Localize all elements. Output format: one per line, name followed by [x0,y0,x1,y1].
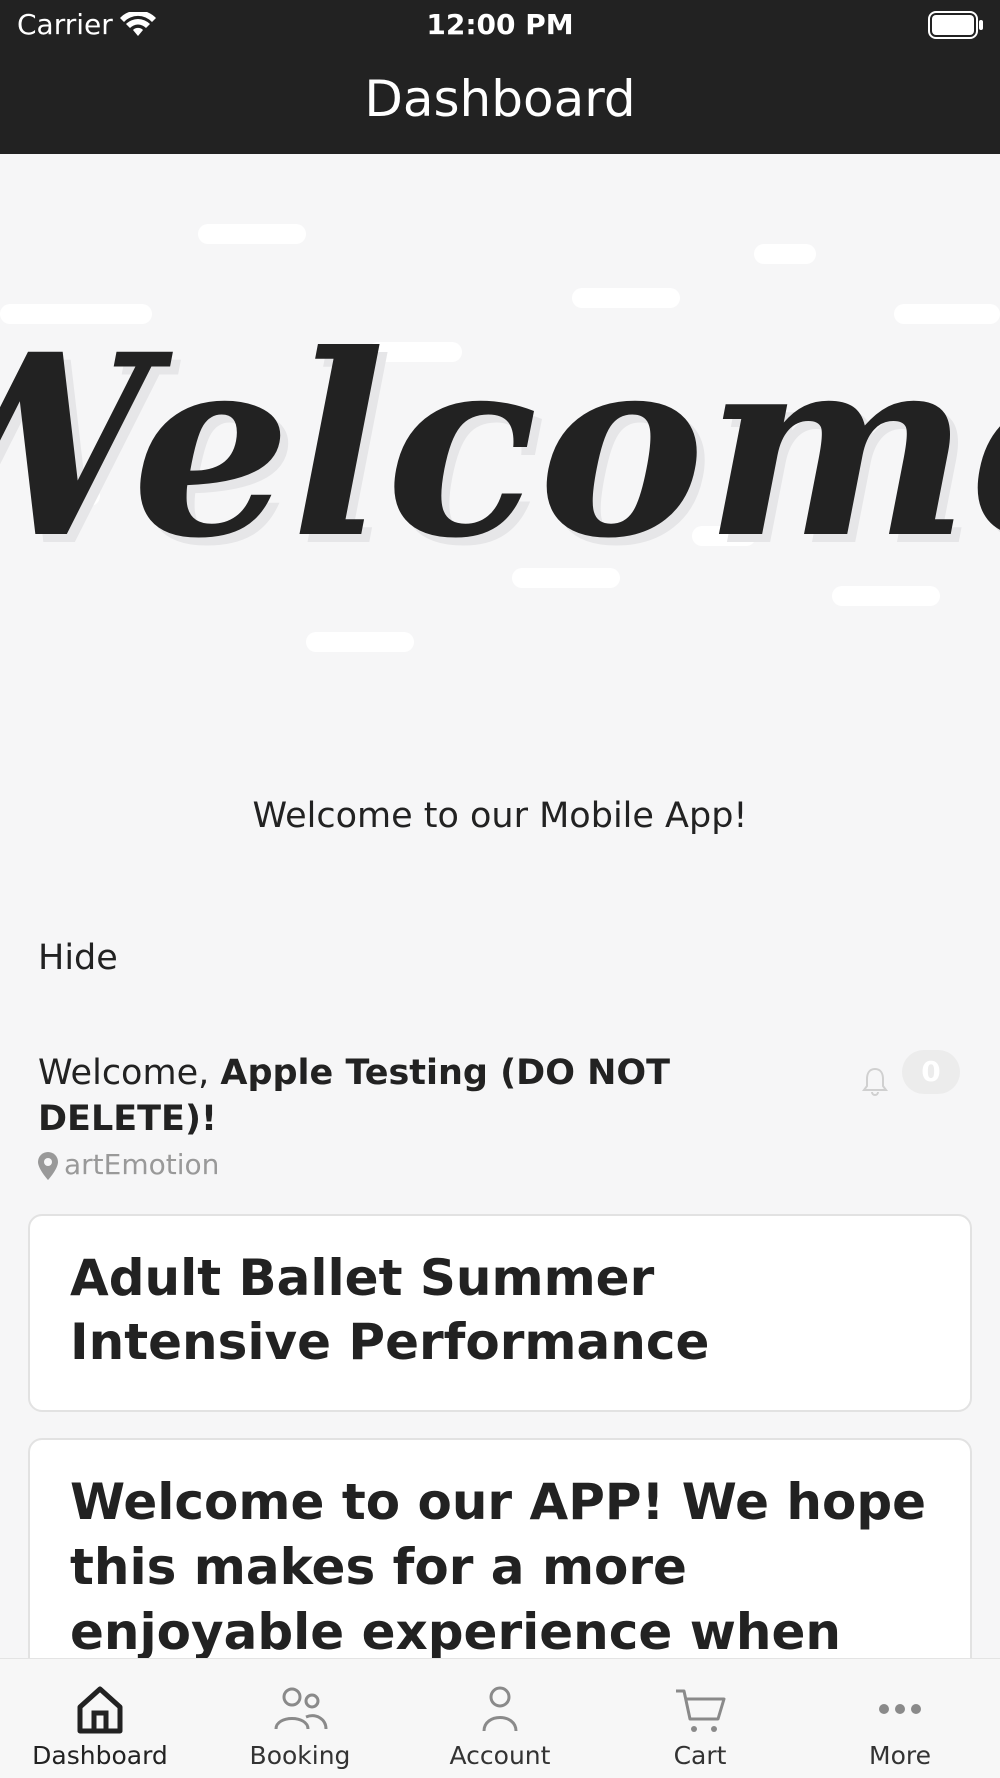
battery-icon [928,11,983,39]
bell-icon[interactable] [862,1066,888,1096]
welcome-subtitle: Welcome to our Mobile App! [252,796,748,836]
people-icon [274,1687,328,1730]
notification-badge[interactable]: 0 [902,1050,960,1094]
tab-cart[interactable]: Cart [600,1659,800,1778]
person-icon [482,1686,518,1732]
status-time: 12:00 PM [426,8,574,41]
user-greeting: Welcome, Apple Testing (DO NOT DELETE)! [38,1050,678,1142]
tab-label: Booking [249,1741,351,1770]
home-icon [77,1686,123,1734]
svg-text:Welcome: Welcome [0,299,1000,593]
tab-bar: Dashboard Booking Account Cart More [0,1658,1000,1778]
tab-label: More [869,1741,931,1770]
tab-label: Cart [673,1741,727,1770]
nav-bar: Dashboard [0,50,1000,154]
status-bar: Carrier 12:00 PM [0,0,1000,50]
tab-more[interactable]: More [800,1659,1000,1778]
location-name: artEmotion [64,1148,220,1181]
cart-icon [676,1689,726,1732]
tab-label: Account [449,1741,551,1770]
tab-account[interactable]: Account [400,1659,600,1778]
location-pin-icon [38,1152,58,1180]
hide-button[interactable]: Hide [38,938,118,978]
announcement-card[interactable]: Welcome to our APP! We hope this makes f… [28,1438,972,1658]
dashboard-content[interactable]: Welcome Welcome Welcome to our Mobile Ap… [0,154,1000,1658]
location-row: artEmotion [38,1148,219,1188]
tab-dashboard[interactable]: Dashboard [0,1659,200,1778]
welcome-banner-image: Welcome Welcome [0,224,1000,652]
tab-label: Dashboard [32,1741,168,1770]
tab-booking[interactable]: Booking [200,1659,400,1778]
page-title: Dashboard [364,70,636,128]
greeting-prefix: Welcome, [38,1053,221,1093]
more-icon [879,1704,921,1714]
announcement-card[interactable]: Adult Ballet Summer Intensive Performanc… [28,1214,972,1412]
